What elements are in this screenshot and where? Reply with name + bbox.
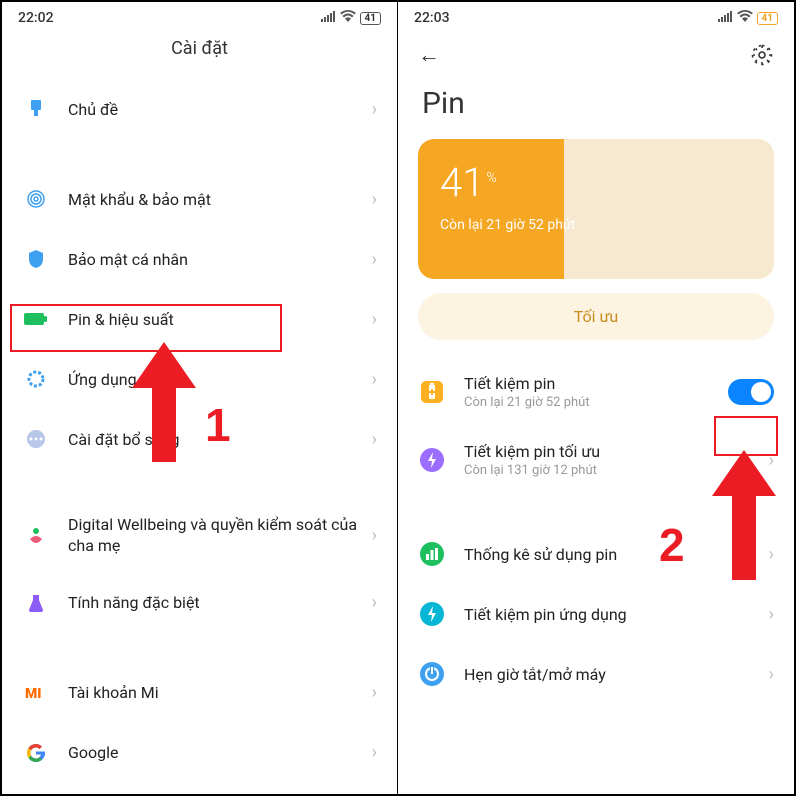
chevron-right-icon: › xyxy=(769,544,774,565)
optimize-button[interactable]: Tối ưu xyxy=(418,293,774,340)
settings-item-password-security[interactable]: Mật khẩu & bảo mật › xyxy=(2,169,397,229)
battery-saver-icon xyxy=(418,378,446,406)
chevron-right-icon: › xyxy=(372,682,377,703)
battery-icon: 41 xyxy=(757,12,778,25)
settings-item-label: Chủ đề xyxy=(68,100,372,119)
wifi-icon xyxy=(737,10,753,26)
battery-percent: 41% xyxy=(440,159,497,206)
row-label: Thống kê sử dụng pin xyxy=(464,545,769,564)
chevron-right-icon: › xyxy=(372,309,377,330)
chevron-right-icon: › xyxy=(372,525,377,546)
chevron-right-icon: › xyxy=(372,189,377,210)
page-title: Pin xyxy=(398,80,794,139)
chevron-right-icon: › xyxy=(372,99,377,120)
apps-icon xyxy=(22,365,50,393)
settings-item-mi-account[interactable]: MI Tài khoản Mi › xyxy=(2,663,397,723)
status-indicators: 41 xyxy=(321,10,381,26)
signal-icon xyxy=(718,11,733,26)
status-time: 22:02 xyxy=(18,10,54,26)
app-battery-saver-row[interactable]: Tiết kiệm pin ứng dụng › xyxy=(398,584,794,644)
battery-status-card[interactable]: 41% Còn lại 21 giờ 52 phút xyxy=(418,139,774,279)
svg-text:MI: MI xyxy=(25,686,42,702)
chevron-right-icon: › xyxy=(372,429,377,450)
settings-item-additional[interactable]: Cài đặt bổ sung › xyxy=(2,409,397,469)
status-bar: 22:03 41 xyxy=(398,2,794,30)
battery-remaining-text: Còn lại 21 giờ 52 phút xyxy=(440,217,575,233)
chevron-right-icon: › xyxy=(769,450,774,471)
wifi-icon xyxy=(340,10,356,26)
signal-icon xyxy=(321,11,336,26)
app-saver-icon xyxy=(418,600,446,628)
chevron-right-icon: › xyxy=(769,664,774,685)
chevron-right-icon: › xyxy=(769,604,774,625)
battery-stats-row[interactable]: Thống kê sử dụng pin › xyxy=(398,524,794,584)
header-bar: ← xyxy=(398,30,794,80)
settings-item-label: Ứng dụng xyxy=(68,370,372,389)
settings-item-label: Bảo mật cá nhân xyxy=(68,250,372,269)
mi-logo-icon: MI xyxy=(22,679,50,707)
settings-item-label: Cài đặt bổ sung xyxy=(68,430,372,449)
themes-icon xyxy=(22,95,50,123)
settings-item-wellbeing[interactable]: Digital Wellbeing và quyền kiểm soát của… xyxy=(2,499,397,573)
settings-item-battery-performance[interactable]: Pin & hiệu suất › xyxy=(2,289,397,349)
row-label: Tiết kiệm pin ứng dụng xyxy=(464,605,769,624)
chevron-right-icon: › xyxy=(372,249,377,270)
phone-screen-battery: 22:03 41 ← Pin 41% Còn lại 21 giờ 52 phú… xyxy=(398,2,794,794)
settings-item-special[interactable]: Tính năng đặc biệt › xyxy=(2,573,397,633)
settings-item-privacy[interactable]: Bảo mật cá nhân › xyxy=(2,229,397,289)
settings-item-label: Digital Wellbeing và quyền kiểm soát của… xyxy=(68,515,372,557)
row-label: Tiết kiệm pin tối ưu xyxy=(464,442,769,461)
row-sublabel: Còn lại 21 giờ 52 phút xyxy=(464,395,728,410)
chevron-right-icon: › xyxy=(372,369,377,390)
battery-icon xyxy=(22,305,50,333)
stats-icon xyxy=(418,540,446,568)
row-label: Hẹn giờ tắt/mở máy xyxy=(464,665,769,684)
power-icon xyxy=(418,660,446,688)
google-logo-icon xyxy=(22,739,50,767)
settings-item-label: Tính năng đặc biệt xyxy=(68,593,372,612)
wellbeing-icon xyxy=(22,522,50,550)
status-indicators: 41 xyxy=(718,10,778,26)
more-icon xyxy=(22,425,50,453)
settings-item-label: Pin & hiệu suất xyxy=(68,310,372,329)
ultra-saver-icon xyxy=(418,446,446,474)
back-button[interactable]: ← xyxy=(418,42,440,68)
settings-gear-button[interactable] xyxy=(750,43,774,67)
ultra-saver-row[interactable]: Tiết kiệm pin tối ưu Còn lại 131 giờ 12 … xyxy=(398,426,794,494)
status-bar: 22:02 41 xyxy=(2,2,397,30)
lab-icon xyxy=(22,589,50,617)
settings-item-label: Google xyxy=(68,743,372,762)
row-label: Tiết kiệm pin xyxy=(464,374,728,393)
chevron-right-icon: › xyxy=(372,592,377,613)
settings-item-google[interactable]: Google › xyxy=(2,723,397,783)
battery-saver-row[interactable]: Tiết kiệm pin Còn lại 21 giờ 52 phút xyxy=(398,358,794,426)
settings-item-label: Mật khẩu & bảo mật xyxy=(68,190,372,209)
status-time: 22:03 xyxy=(414,10,450,26)
shield-icon xyxy=(22,245,50,273)
settings-item-apps[interactable]: Ứng dụng › xyxy=(2,349,397,409)
fingerprint-icon xyxy=(22,185,50,213)
chevron-right-icon: › xyxy=(372,742,377,763)
row-sublabel: Còn lại 131 giờ 12 phút xyxy=(464,463,769,478)
settings-item-themes[interactable]: Chủ đề › xyxy=(2,79,397,139)
settings-item-label: Tài khoản Mi xyxy=(68,683,372,702)
schedule-power-row[interactable]: Hẹn giờ tắt/mở máy › xyxy=(398,644,794,704)
phone-screen-settings: 22:02 41 Cài đặt Chủ đề › Mật khẩu & bảo… xyxy=(2,2,398,794)
page-title: Cài đặt xyxy=(2,30,397,79)
battery-saver-toggle[interactable] xyxy=(728,379,774,405)
battery-icon: 41 xyxy=(360,12,381,25)
